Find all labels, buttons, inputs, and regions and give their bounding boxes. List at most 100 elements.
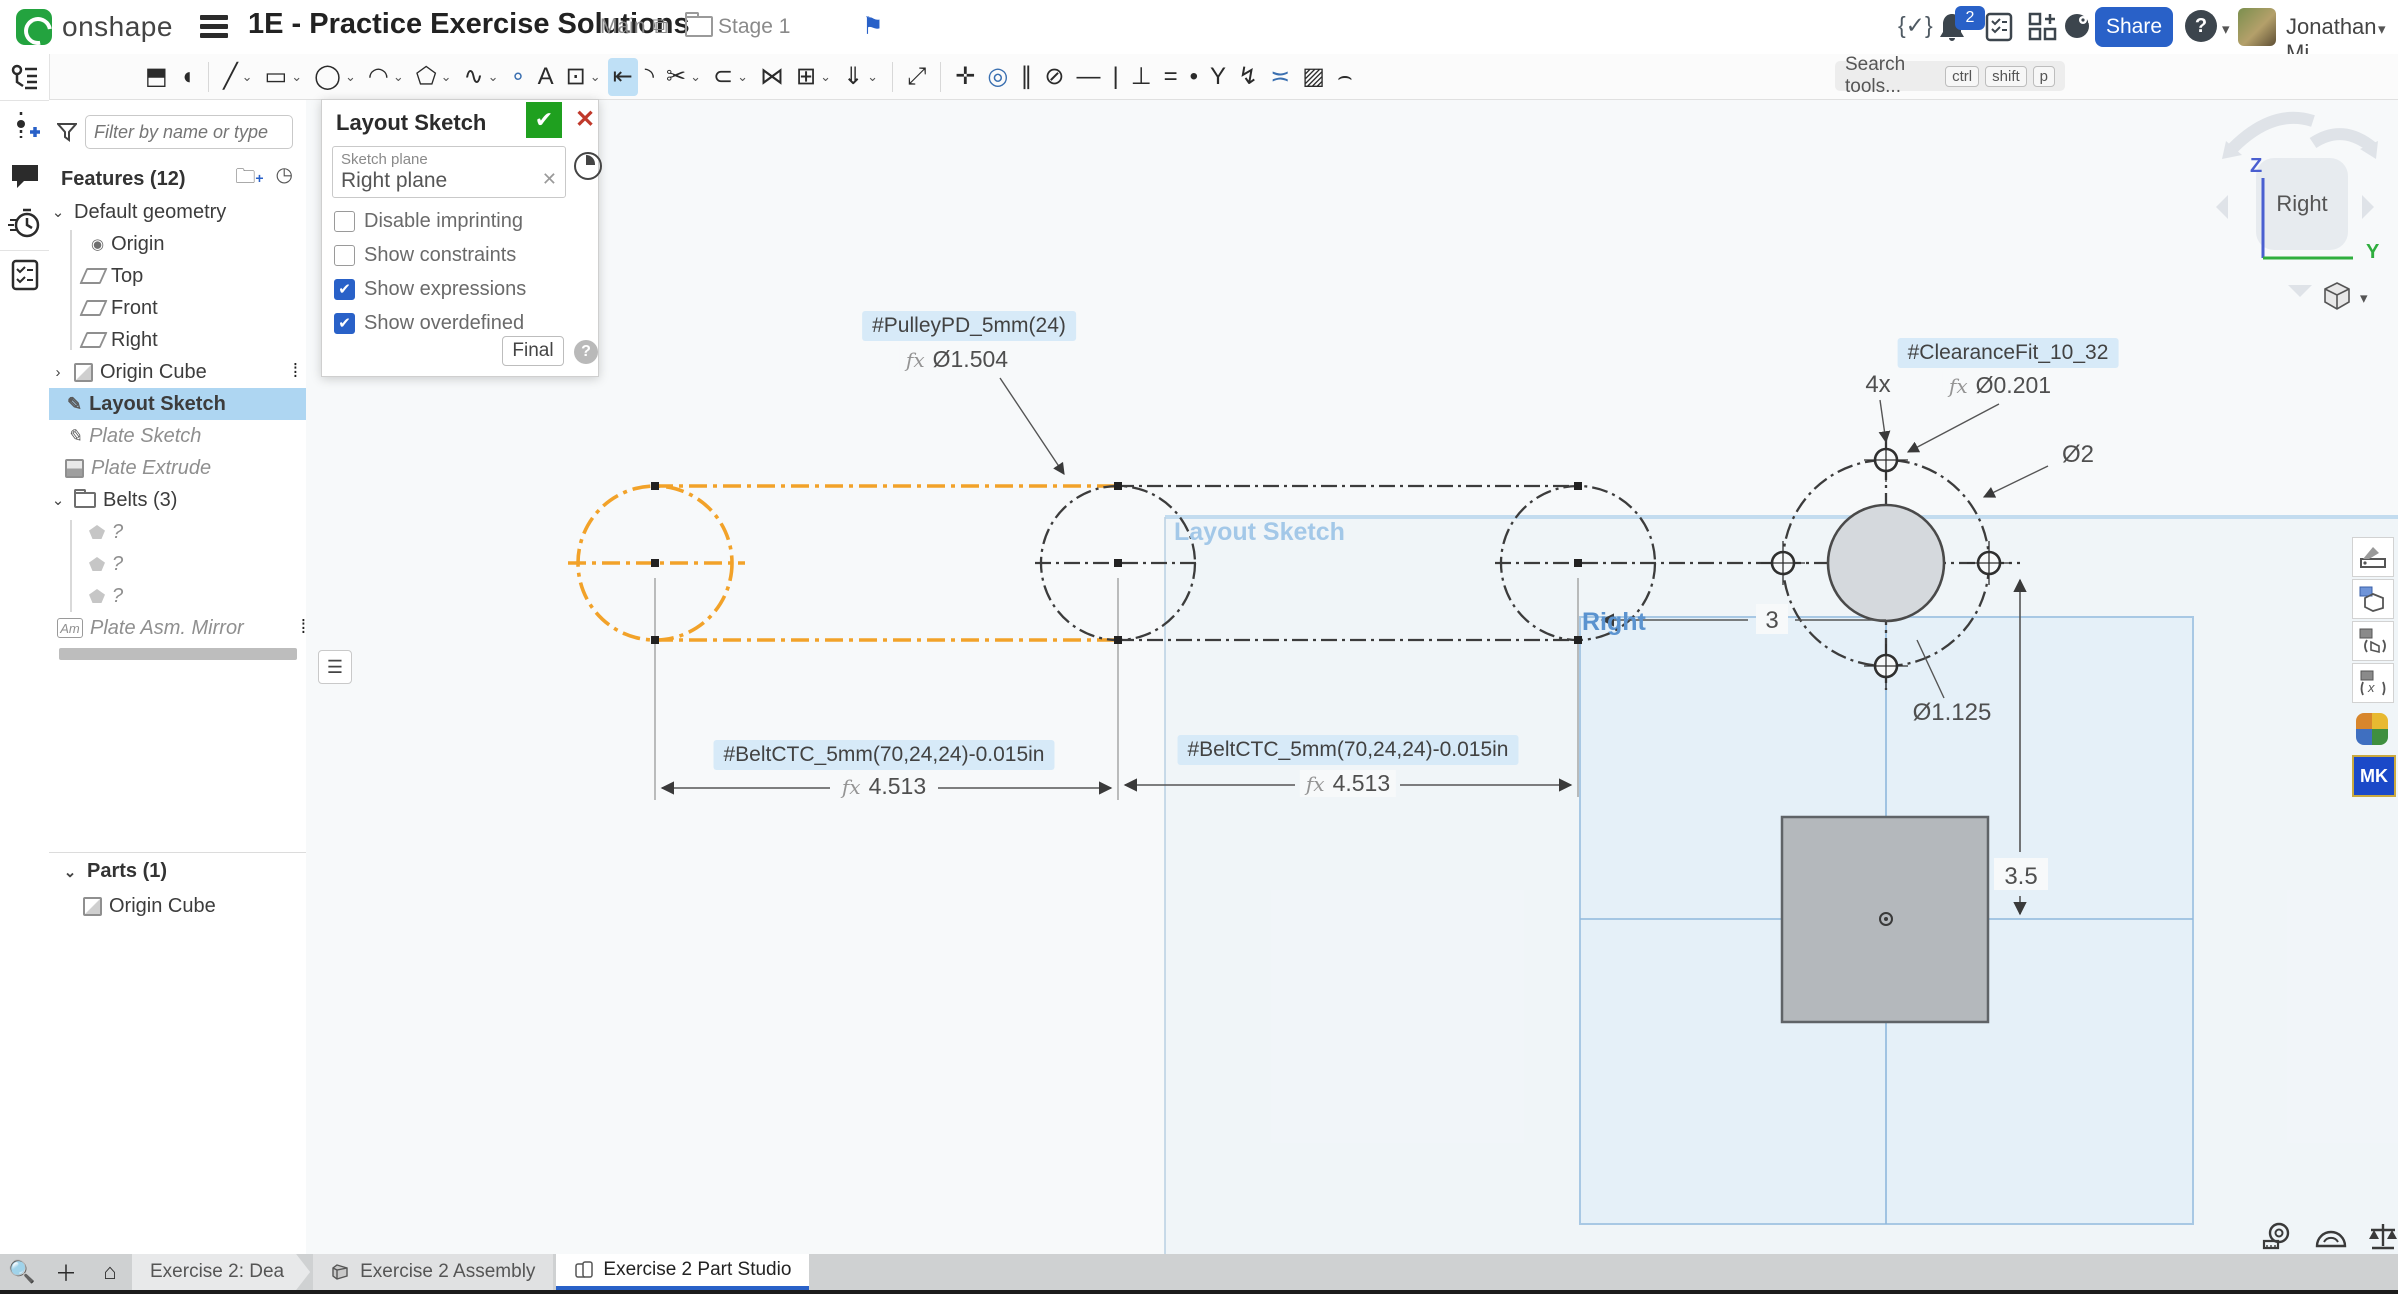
tree-panel-toggle-button[interactable]: ☰ (318, 650, 352, 684)
checkbox-show-overdefined[interactable]: ✔ Show overdefined (334, 312, 524, 335)
dimension-tool-icon[interactable]: ⇤⌄ (608, 58, 638, 96)
tree-item-top-plane[interactable]: Top (49, 260, 340, 292)
config-functions-panel-button[interactable]: x (2352, 663, 2394, 703)
dropdown-caret-icon[interactable]: ⌄ (737, 69, 748, 85)
dropdown-caret-icon[interactable]: ⌄ (441, 69, 452, 85)
checkbox-show-expressions[interactable]: ✔ Show expressions (334, 278, 526, 301)
rotate-down-arrow-icon[interactable] (2288, 285, 2312, 309)
tree-item-default-geometry[interactable]: ⌄ Default geometry (49, 196, 306, 228)
user-menu-caret-icon[interactable]: ▾ (2378, 20, 2386, 38)
point-tool-icon[interactable]: ∘⌄ (506, 58, 531, 96)
tree-item-origin-cube[interactable]: › Origin Cube ⁞ (49, 356, 306, 388)
pulley-diameter-dim[interactable]: fxØ1.504 (900, 346, 1014, 373)
midpoint-constraint-icon[interactable]: •⌄ (1185, 58, 1203, 96)
belt-ctc-right-dim[interactable]: fx4.513 (1300, 770, 1396, 797)
dialog-accept-button[interactable]: ✔ (526, 102, 562, 138)
tree-item-plate-extrude[interactable]: Plate Extrude (49, 452, 322, 484)
dropdown-caret-icon[interactable]: ⌄ (488, 69, 499, 85)
filter-input[interactable] (85, 115, 293, 149)
dropdown-caret-icon[interactable]: ⌄ (820, 69, 831, 85)
app-color-wheel-button[interactable] (2352, 710, 2392, 748)
text-tool-icon[interactable]: A⌄ (533, 58, 559, 96)
clear-selection-icon[interactable]: ✕ (542, 169, 557, 190)
parts-item-origin-cube[interactable]: Origin Cube (49, 890, 340, 922)
dropdown-caret-icon[interactable]: ⌄ (291, 69, 302, 85)
clearance-diameter-dim[interactable]: fxØ0.201 (1943, 372, 2057, 399)
tree-item-right-plane[interactable]: Right (49, 324, 340, 356)
configurations-panel-button[interactable] (2352, 579, 2394, 619)
dropdown-caret-icon[interactable]: ⌄ (690, 69, 701, 85)
clearance-expression-chip[interactable]: #ClearanceFit_10_32 (1898, 338, 2119, 368)
tree-item-plate-asm-mirror[interactable]: Am Plate Asm. Mirror ⁞ (49, 612, 314, 644)
normal-constraint-icon[interactable]: Y⌄ (1205, 58, 1231, 96)
coincident-constraint-icon[interactable]: ✛⌄ (950, 58, 980, 96)
help-icon[interactable]: ? (2185, 10, 2217, 42)
sketch-plane-field[interactable]: Sketch plane Right plane ✕ (332, 146, 566, 198)
belt-ctc-right-chip[interactable]: #BeltCTC_5mm(70,24,24)-0.015in (1178, 735, 1519, 765)
tab-exercise-2-assembly[interactable]: Exercise 2 Assembly (313, 1254, 553, 1290)
item-menu-icon[interactable]: ⁞ (301, 617, 304, 639)
rotate-left-arrow-icon[interactable] (2204, 195, 2228, 219)
tree-item-belt-1[interactable]: ? ⁞ (49, 516, 346, 548)
config-variables-panel-button[interactable] (2352, 621, 2394, 661)
pierce-constraint-icon[interactable]: ↯⌄ (1233, 58, 1263, 96)
tangent-constraint-icon[interactable]: ⊘⌄ (1039, 58, 1069, 96)
protractor-icon[interactable] (2314, 1222, 2348, 1250)
caret-down-icon[interactable]: ⌄ (49, 203, 67, 221)
symmetric-constraint-icon[interactable]: ≍⌄ (1265, 58, 1295, 96)
dialog-close-button[interactable]: ✕ (570, 102, 600, 138)
dropdown-caret-icon[interactable]: ⌄ (590, 69, 601, 85)
dropdown-caret-icon[interactable]: ⌄ (345, 69, 356, 85)
rectangle-tool-icon[interactable]: ▭⌄ (260, 58, 308, 96)
sketch-progress-icon[interactable] (574, 152, 602, 180)
tree-item-belts-folder[interactable]: ⌄ Belts (3) (49, 484, 306, 516)
tab-exercise-2-part-studio[interactable]: Exercise 2 Part Studio (556, 1254, 809, 1290)
polygon-tool-icon[interactable]: ⬠⌄ (411, 58, 457, 96)
parts-header[interactable]: ⌄ Parts (1) (61, 860, 167, 883)
dropdown-caret-icon[interactable]: ⌄ (867, 69, 878, 85)
tree-item-belt-3[interactable]: ? ⁞ (49, 580, 346, 612)
mass-properties-scale-icon[interactable] (2366, 1222, 2398, 1250)
tree-item-front-plane[interactable]: Front (49, 292, 340, 324)
learning-center-icon[interactable]: ⚑ (862, 12, 884, 41)
share-button[interactable]: Share (2095, 7, 2173, 47)
extrude-icon[interactable]: ⬒⌄ (140, 58, 173, 96)
arc-tool-icon[interactable]: ◠⌄ (363, 58, 409, 96)
app-mk-button[interactable]: MK (2352, 755, 2396, 797)
followed-checklist-icon[interactable] (8, 258, 42, 292)
history-stopwatch-icon[interactable] (8, 206, 42, 240)
checkbox-checked-icon[interactable]: ✔ (334, 279, 355, 300)
import-dxf-icon[interactable]: ⇓⌄ (838, 58, 883, 96)
workspace-label[interactable]: Stage 1 (718, 15, 790, 39)
circle-tool-icon[interactable]: ◯⌄ (309, 58, 361, 96)
measure-arrow-icon[interactable]: ⤢⌄ (902, 58, 931, 96)
tab-search-icon[interactable]: 🔍 (0, 1259, 44, 1285)
tape-measure-icon[interactable] (2262, 1222, 2296, 1250)
view-mode-caret-icon[interactable]: ▾ (2360, 289, 2368, 307)
add-folder-icon[interactable]: 🗀+ (235, 162, 263, 196)
link-icon[interactable]: ⧉ (652, 13, 668, 39)
graphics-canvas[interactable] (306, 100, 2398, 1254)
use-project-icon[interactable]: ⊡⌄ (561, 58, 606, 96)
filter-icon[interactable] (57, 122, 77, 142)
offset-tool-icon[interactable]: ⊂⌄ (708, 58, 753, 96)
vertical-constraint-icon[interactable]: |⌄ (1107, 58, 1123, 96)
trim-tool-icon[interactable]: ✂⌄ (661, 58, 706, 96)
app-store-grid-icon[interactable] (2028, 12, 2058, 42)
learning-head-icon[interactable] (2062, 10, 2094, 44)
avatar[interactable] (2238, 8, 2276, 46)
checkbox-disable-imprinting[interactable]: Disable imprinting (334, 210, 523, 233)
tree-item-plate-sketch[interactable]: ✎ Plate Sketch (49, 420, 324, 452)
spline-tool-icon[interactable]: ∿⌄ (459, 58, 504, 96)
feature-list-icon[interactable] (8, 61, 42, 95)
rotate-arrows-icon[interactable] (2218, 103, 2388, 163)
caret-down-icon[interactable]: ⌄ (61, 863, 79, 881)
feature-script-icon[interactable]: {✓} (1898, 12, 1933, 39)
caret-right-icon[interactable]: › (49, 364, 67, 381)
appearance-panel-button[interactable] (2352, 537, 2394, 577)
item-menu-icon[interactable]: ⁞ (293, 361, 296, 383)
tab-exercise-2-dea[interactable]: Exercise 2: Dea (132, 1254, 310, 1290)
tree-item-layout-sketch[interactable]: ✎ Layout Sketch (49, 388, 324, 420)
tree-item-belt-2[interactable]: ? ⁞ (49, 548, 346, 580)
dropdown-caret-icon[interactable]: ⌄ (393, 69, 404, 85)
